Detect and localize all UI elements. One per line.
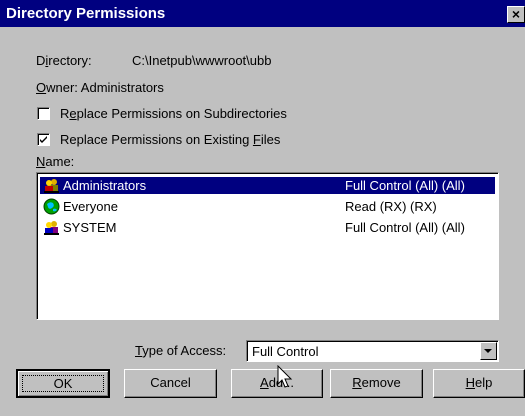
name-listbox[interactable]: Administrators Full Control (All) (All) …: [36, 172, 499, 320]
close-button[interactable]: ×: [507, 6, 525, 23]
cancel-button-label: Cancel: [150, 375, 191, 390]
window-title: Directory Permissions: [6, 5, 166, 22]
replace-existing-files-label[interactable]: Replace Permissions on Existing Files: [60, 132, 280, 147]
remove-button[interactable]: Remove: [330, 369, 423, 398]
close-icon: ×: [511, 6, 521, 22]
remove-button-label: Remove: [352, 375, 401, 390]
list-item[interactable]: Administrators Full Control (All) (All): [40, 177, 495, 194]
group-icon: [44, 179, 59, 193]
help-button[interactable]: Help: [433, 369, 525, 398]
checkmark-icon: [40, 136, 47, 143]
type-of-access-label: Type of Access:: [135, 343, 227, 358]
replace-subdirectories-label[interactable]: Replace Permissions on Subdirectories: [60, 106, 287, 121]
name-list-label: Name:: [36, 154, 75, 169]
directory-label: Directory:: [36, 53, 92, 68]
group-icon: [44, 221, 59, 235]
replace-existing-files-checkbox[interactable]: [37, 133, 50, 146]
list-item-permission: Full Control (All) (All): [345, 220, 465, 235]
mouse-cursor-icon: [277, 365, 293, 388]
globe-icon: [43, 198, 60, 215]
cancel-button[interactable]: Cancel: [124, 369, 217, 398]
type-of-access-select[interactable]: Full Control: [246, 340, 499, 362]
ok-button[interactable]: OK: [16, 369, 110, 398]
list-item-name: Administrators: [63, 178, 147, 193]
dropdown-button[interactable]: [480, 342, 497, 360]
replace-subdirectories-checkbox[interactable]: [37, 107, 50, 120]
directory-value: C:\Inetpub\wwwroot\ubb: [132, 53, 272, 68]
focus-rectangle: [22, 375, 104, 392]
help-button-label: Help: [465, 375, 493, 390]
list-item-permission: Read (RX) (RX): [345, 199, 437, 214]
directory-label-text: Directory:: [36, 53, 92, 68]
type-of-access-value: Full Control: [252, 344, 319, 359]
directory-permissions-dialog: Directory Permissions × Directory: C:\In…: [0, 0, 525, 416]
owner-label: Owner: Administrators: [36, 80, 164, 95]
title-bar[interactable]: Directory Permissions ×: [0, 0, 525, 27]
list-item-name: SYSTEM: [63, 220, 117, 235]
list-item[interactable]: SYSTEM Full Control (All) (All): [40, 219, 495, 236]
list-item-permission: Full Control (All) (All): [345, 178, 465, 193]
list-item-name: Everyone: [63, 199, 118, 214]
list-item[interactable]: Everyone Read (RX) (RX): [40, 198, 495, 215]
chevron-down-icon: [484, 349, 492, 353]
